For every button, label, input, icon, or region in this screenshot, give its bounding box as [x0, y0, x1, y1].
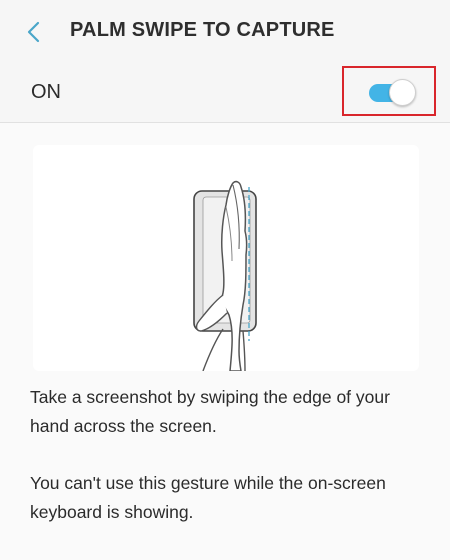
illustration-panel: [33, 145, 419, 372]
toggle-knob: [389, 79, 416, 106]
header-bar: PALM SWIPE TO CAPTURE: [0, 0, 450, 62]
palm-swipe-toggle[interactable]: [369, 79, 416, 107]
switch-label: ON: [31, 81, 61, 103]
palm-swipe-illustration: [193, 180, 257, 372]
master-switch-row[interactable]: ON: [0, 62, 450, 123]
back-button[interactable]: [14, 16, 54, 48]
description-primary: Take a screenshot by swiping the edge of…: [30, 387, 390, 436]
page-title: PALM SWIPE TO CAPTURE: [70, 19, 335, 41]
description-note: You can't use this gesture while the on-…: [30, 473, 386, 522]
chevron-left-icon: [27, 21, 40, 43]
